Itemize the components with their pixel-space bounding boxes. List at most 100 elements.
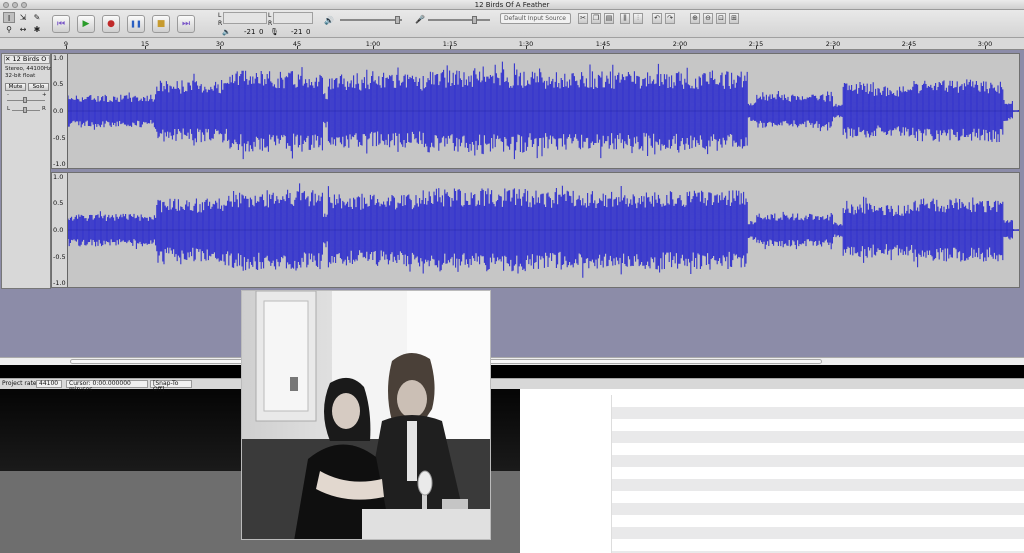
meter-right-label-2: R — [268, 20, 273, 27]
album-photo-image — [242, 291, 490, 539]
ruler-tick-mark — [680, 46, 681, 49]
pan-knob[interactable] — [23, 107, 27, 113]
scale-label: 1.0 — [53, 54, 64, 62]
meter-right-label: R — [218, 20, 223, 27]
paste-button[interactable]: ▤ — [604, 13, 614, 24]
main-toolbar: I ⇲ ✎ ⚲ ↔ ✱ ⏮ ▶ ● ❚❚ ■ ⏭ L R L R 🔈 -21 0… — [0, 10, 1024, 38]
ruler-tick-mark — [909, 46, 910, 49]
output-volume-knob[interactable] — [395, 16, 400, 24]
ruler-tick-mark — [756, 46, 757, 49]
zoom-out-icon[interactable]: ⊖ — [703, 13, 713, 24]
trim-button[interactable]: ⫼ — [620, 13, 630, 24]
gain-knob[interactable] — [23, 97, 27, 103]
scale-label: 0.0 — [53, 226, 64, 234]
timeline-ruler[interactable]: 9 15 30 45 1:00 1:15 1:30 1:45 2:00 2:15 2:30 2:45 3… — [0, 38, 1024, 50]
scale-label: 0.0 — [53, 107, 64, 115]
cut-button[interactable]: ✂ — [578, 13, 588, 24]
envelope-tool-icon[interactable]: ⇲ — [17, 12, 29, 23]
redo-button[interactable]: ↷ — [665, 13, 675, 24]
record-button[interactable]: ● — [102, 15, 120, 33]
project-rate-label: Project rate: — [2, 380, 39, 387]
fit-project-icon[interactable]: ⊞ — [729, 13, 739, 24]
scale-label: -1.0 — [53, 279, 66, 287]
pan-left-label: L — [7, 106, 11, 112]
amplitude-scale-left: 1.0 0.5 0.0 -0.5 -1.0 — [52, 54, 68, 168]
scale-label: -0.5 — [53, 134, 66, 142]
record-meter[interactable] — [273, 12, 313, 24]
output-volume-icon: 🔊 — [324, 16, 334, 25]
skip-to-start-button[interactable]: ⏮ — [52, 15, 70, 33]
pause-icon: ❚❚ — [130, 20, 142, 28]
microphone-small-icon[interactable]: 🎙 — [270, 28, 279, 36]
play-icon: ▶ — [82, 19, 90, 29]
zoom-in-icon[interactable]: ⊕ — [690, 13, 700, 24]
meter-level-1: -21 — [244, 28, 256, 36]
tools-palette: I ⇲ ✎ ⚲ ↔ ✱ — [3, 12, 45, 36]
track-name-menu[interactable]: ✕ 12 Birds O ▾ — [4, 55, 50, 64]
play-button[interactable]: ▶ — [77, 15, 95, 33]
gain-plus-label: + — [42, 92, 47, 98]
stop-button[interactable]: ■ — [152, 15, 170, 33]
ruler-tick-mark — [450, 46, 451, 49]
solo-button[interactable]: Solo — [28, 83, 49, 91]
waveform-channel-right[interactable]: 1.0 0.5 0.0 -0.5 -1.0 — [51, 172, 1020, 288]
track-name: 12 Birds O — [12, 55, 47, 63]
ruler-tick-mark — [985, 46, 986, 49]
mute-button[interactable]: Mute — [5, 83, 26, 91]
pan-right-label: R — [42, 106, 46, 112]
project-rate-field[interactable]: 44100 — [36, 380, 62, 388]
background-window-list — [612, 395, 1024, 553]
meter-left-label: L — [218, 12, 222, 19]
ruler-tick-mark — [526, 46, 527, 49]
status-bar: Project rate: 44100 Cursor: 0:00.000000 … — [0, 378, 1024, 393]
horizontal-scrollbar[interactable] — [0, 357, 1024, 365]
silence-button[interactable]: ⫶ — [633, 13, 643, 24]
selection-tool-icon[interactable]: I — [3, 12, 15, 23]
input-source-select[interactable]: Default Input Source — [500, 13, 571, 24]
copy-button[interactable]: ❐ — [591, 13, 601, 24]
waveform-left[interactable] — [68, 54, 1019, 168]
pan-slider[interactable] — [12, 107, 40, 113]
waveform-right[interactable] — [68, 173, 1019, 287]
timeshift-tool-icon[interactable]: ↔ — [17, 24, 29, 35]
ruler-tick-mark — [220, 46, 221, 49]
gain-slider[interactable] — [7, 97, 45, 103]
ruler-tick-mark — [145, 46, 146, 49]
waveform-channel-left[interactable]: 1.0 0.5 0.0 -0.5 -1.0 — [51, 53, 1020, 169]
waveform-path — [68, 61, 1019, 160]
scale-label: 1.0 — [53, 173, 64, 181]
input-volume-icon: 🎤 — [415, 15, 425, 24]
fit-selection-icon[interactable]: ⊡ — [716, 13, 726, 24]
meter-level-4: 0 — [306, 28, 311, 36]
scale-label: 0.5 — [53, 199, 64, 207]
input-volume-knob[interactable] — [472, 16, 477, 24]
snap-status[interactable]: [Snap-To Off] — [150, 380, 192, 393]
pause-button[interactable]: ❚❚ — [127, 15, 145, 33]
record-icon: ● — [107, 19, 115, 29]
gain-minus-label: - — [7, 92, 9, 98]
skip-to-end-button[interactable]: ⏭ — [177, 15, 195, 33]
playback-meter[interactable] — [223, 12, 267, 24]
output-volume-slider[interactable] — [340, 16, 402, 24]
track-control-panel: ✕ 12 Birds O ▾ Stereo, 44100Hz 32-bit fl… — [1, 53, 51, 289]
skip-end-icon: ⏭ — [181, 19, 191, 29]
chevron-down-icon: ▾ — [48, 56, 49, 63]
scale-label: 0.5 — [53, 80, 64, 88]
draw-tool-icon[interactable]: ✎ — [31, 12, 43, 23]
ruler-tick-mark — [603, 46, 604, 49]
track-close-icon[interactable]: ✕ — [5, 56, 10, 63]
ruler-tick-mark — [66, 46, 67, 49]
track-format: Stereo, 44100Hz — [5, 66, 51, 72]
input-volume-slider[interactable] — [428, 16, 490, 24]
ruler-tick-mark — [833, 46, 834, 49]
stop-icon: ■ — [156, 19, 166, 29]
background-window-sidebar — [520, 395, 612, 553]
speaker-icon[interactable]: 🔈 — [222, 28, 231, 36]
skip-start-icon: ⏮ — [56, 19, 66, 29]
tracks-panel: ✕ 12 Birds O ▾ Stereo, 44100Hz 32-bit fl… — [0, 50, 1024, 357]
track-bit-depth: 32-bit float — [5, 73, 36, 79]
undo-button[interactable]: ↶ — [652, 13, 662, 24]
zoom-tool-icon[interactable]: ⚲ — [3, 24, 15, 35]
amplitude-scale-right: 1.0 0.5 0.0 -0.5 -1.0 — [52, 173, 68, 287]
multi-tool-icon[interactable]: ✱ — [31, 24, 43, 35]
